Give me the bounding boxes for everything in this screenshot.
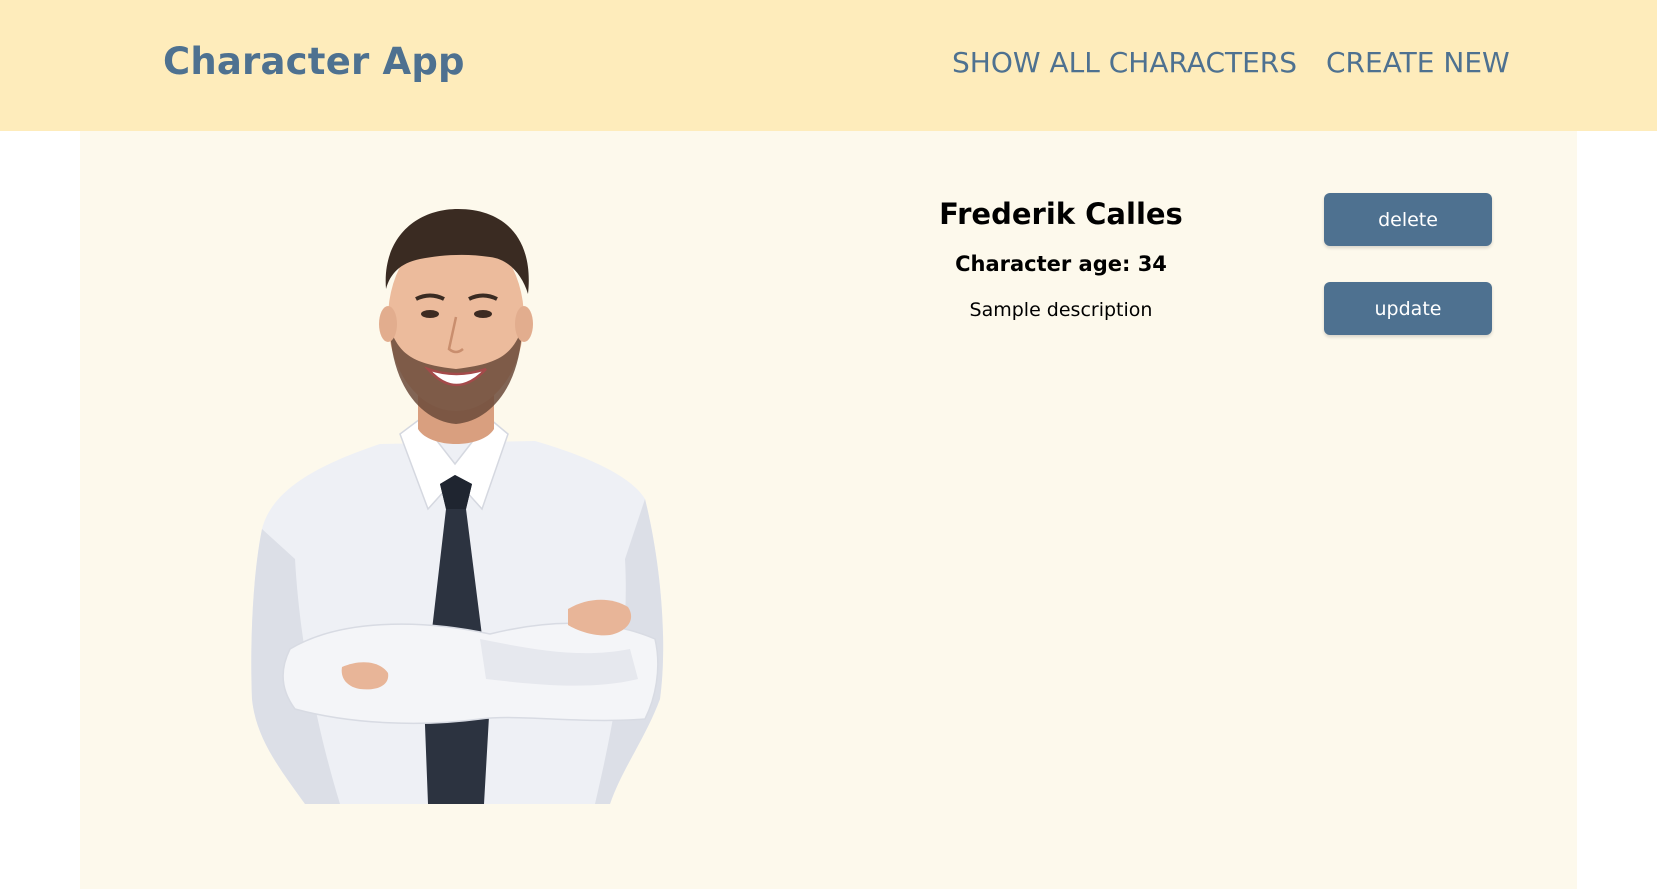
character-detail-panel: Frederik Calles Character age: 34 Sample… bbox=[80, 131, 1577, 889]
character-portrait bbox=[251, 209, 664, 804]
brand-title[interactable]: Character App bbox=[163, 40, 465, 83]
navbar: Character App SHOW ALL CHARACTERS CREATE… bbox=[0, 0, 1657, 131]
delete-button[interactable]: delete bbox=[1324, 193, 1492, 246]
character-age: Character age: 34 bbox=[955, 251, 1167, 276]
nav-show-all-characters[interactable]: SHOW ALL CHARACTERS bbox=[952, 46, 1297, 79]
character-info: Frederik Calles Character age: 34 Sample… bbox=[900, 197, 1222, 322]
character-name: Frederik Calles bbox=[939, 197, 1183, 231]
update-button[interactable]: update bbox=[1324, 282, 1492, 335]
character-description: Sample description bbox=[969, 298, 1153, 321]
nav-create-new[interactable]: CREATE NEW bbox=[1326, 46, 1510, 79]
